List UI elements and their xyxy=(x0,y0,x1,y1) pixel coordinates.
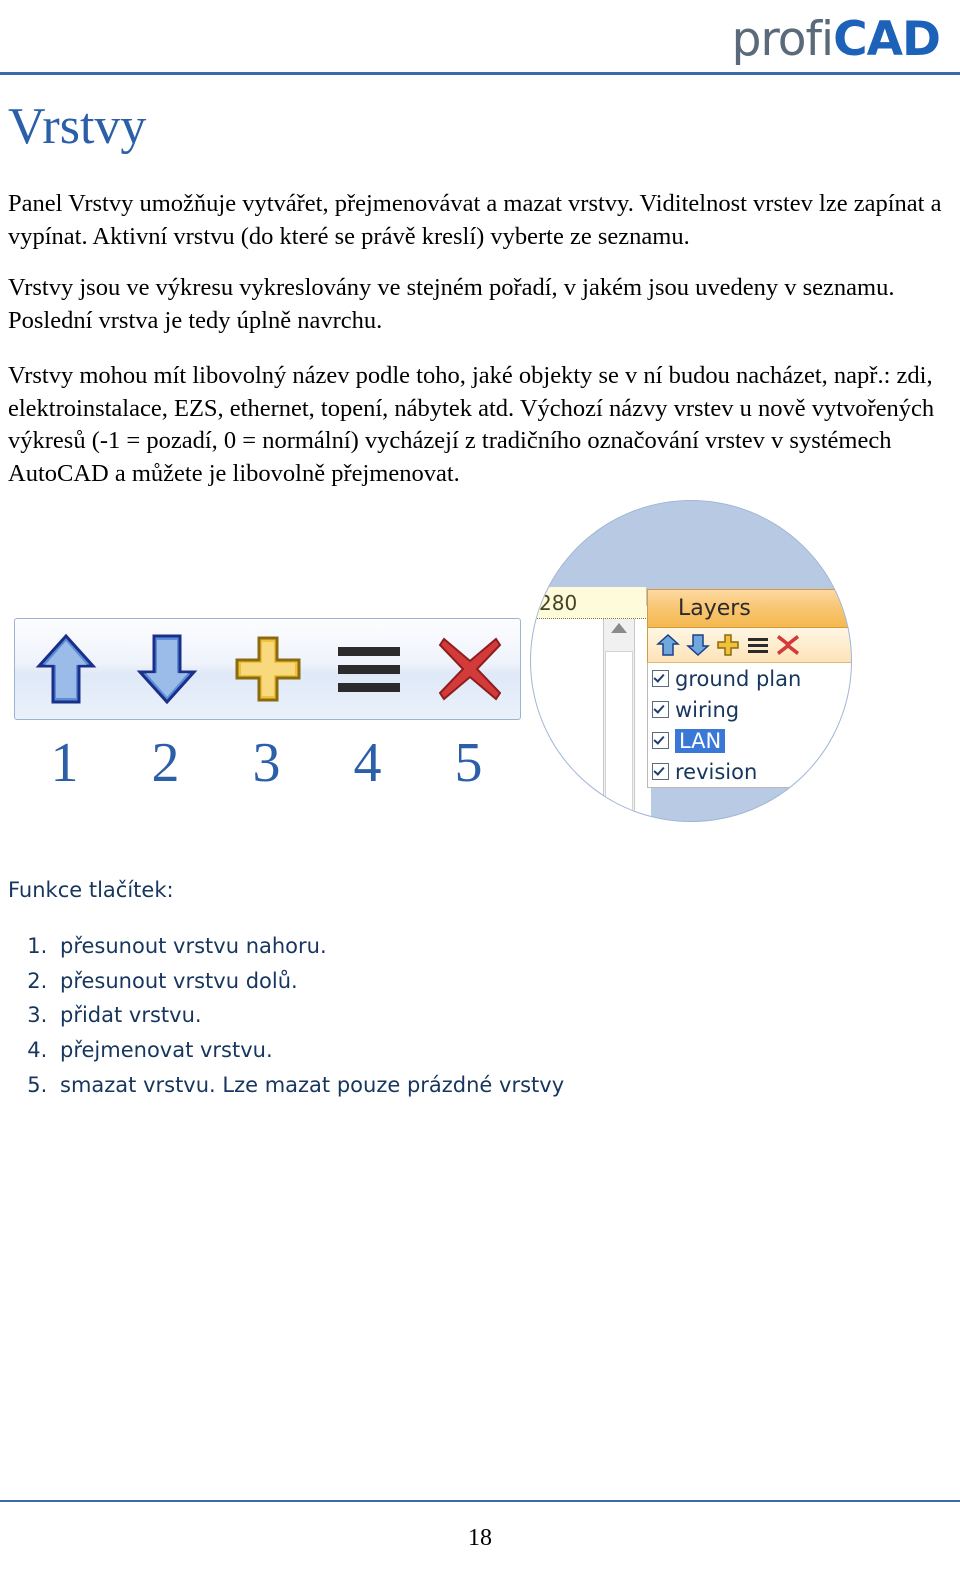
rename-lines-icon xyxy=(337,647,400,692)
list-item: přejmenovat vrstvu. xyxy=(54,1033,608,1068)
paragraph-naming: Vrstvy mohou mít libovolný název podle t… xyxy=(8,362,935,487)
header-divider xyxy=(0,72,960,75)
scroll-up-arrow-icon[interactable] xyxy=(611,623,627,633)
paragraph-intro: Panel Vrstvy umožňuje vytvářet, přejmeno… xyxy=(8,190,942,250)
toolbar-button-delete-layer[interactable] xyxy=(419,619,520,719)
layer-name: LAN xyxy=(675,728,726,753)
layers-list: ground plan wiring LAN revision xyxy=(647,663,851,788)
footer-divider xyxy=(0,1500,960,1502)
list-item[interactable]: LAN xyxy=(648,725,851,756)
paragraph-order: Vrstvy jsou ve výkresu vykreslovány ve s… xyxy=(8,274,895,334)
list-item[interactable]: ground plan xyxy=(648,663,851,694)
toolbar-number-labels: 1 2 3 4 5 xyxy=(14,728,519,798)
layers-panel: Layers ground plan wiring LAN revision xyxy=(647,589,851,788)
layers-panel-title: Layers xyxy=(647,589,851,627)
toolbar-button-move-down[interactable] xyxy=(116,619,217,719)
document-page: profiCAD Vrstvy Panel Vrstvy umožňuje vy… xyxy=(0,0,960,1580)
layers-panel-screenshot: 280 Layers ground plan wiring LAN revisi… xyxy=(530,500,852,822)
number-label-5: 5 xyxy=(454,732,483,794)
plus-icon xyxy=(235,636,300,702)
layers-panel-toolbar xyxy=(647,627,851,663)
number-label-3: 3 xyxy=(252,732,281,794)
toolbar-button-rename-layer[interactable] xyxy=(318,619,419,719)
number-label-1: 1 xyxy=(50,732,79,794)
toolbar-button-move-up[interactable] xyxy=(15,619,116,719)
delete-x-icon xyxy=(438,637,501,701)
scrollbar-thumb[interactable] xyxy=(605,651,633,821)
page-number: 18 xyxy=(468,1525,492,1551)
plus-icon[interactable] xyxy=(716,633,740,657)
layer-name: wiring xyxy=(675,697,740,722)
arrow-down-icon xyxy=(136,634,197,705)
figure-layers: 1 2 3 4 5 280 Layers ground plan wiring … xyxy=(0,500,960,840)
arrow-up-icon xyxy=(35,633,96,704)
number-label-4: 4 xyxy=(353,732,382,794)
rename-lines-icon[interactable] xyxy=(746,635,770,655)
proficad-logo: profiCAD xyxy=(731,10,941,68)
layer-visibility-checkbox[interactable] xyxy=(652,701,669,718)
toolbar-button-add-layer[interactable] xyxy=(217,619,318,719)
list-item[interactable]: revision xyxy=(648,756,851,787)
button-functions-list: přesunout vrstvu nahoru. přesunout vrstv… xyxy=(8,929,608,1102)
arrow-down-icon[interactable] xyxy=(686,633,710,657)
arrow-up-icon[interactable] xyxy=(656,633,680,657)
list-item: přesunout vrstvu nahoru. xyxy=(54,929,608,964)
layer-visibility-checkbox[interactable] xyxy=(652,763,669,780)
page-title: Vrstvy xyxy=(8,98,147,155)
list-item: smazat vrstvu. Lze mazat pouze prázdné v… xyxy=(54,1068,608,1103)
layer-name: ground plan xyxy=(675,666,802,691)
number-label-2: 2 xyxy=(151,732,180,794)
list-item: přidat vrstvu. xyxy=(54,998,608,1033)
toolbar-illustration xyxy=(14,618,521,720)
layer-visibility-checkbox[interactable] xyxy=(652,732,669,749)
delete-x-icon[interactable] xyxy=(776,633,800,657)
layer-visibility-checkbox[interactable] xyxy=(652,670,669,687)
list-item: přesunout vrstvu dolů. xyxy=(54,964,608,999)
layer-name: revision xyxy=(675,759,758,784)
button-functions-heading: Funkce tlačítek: xyxy=(8,878,174,902)
list-item[interactable]: wiring xyxy=(648,694,851,725)
logo-text-profi: profi xyxy=(731,11,834,67)
ruler-label: 280 xyxy=(531,587,646,619)
button-functions-section: Funkce tlačítek: přesunout vrstvu nahoru… xyxy=(8,878,608,1102)
logo-text-cad: CAD xyxy=(833,11,941,67)
